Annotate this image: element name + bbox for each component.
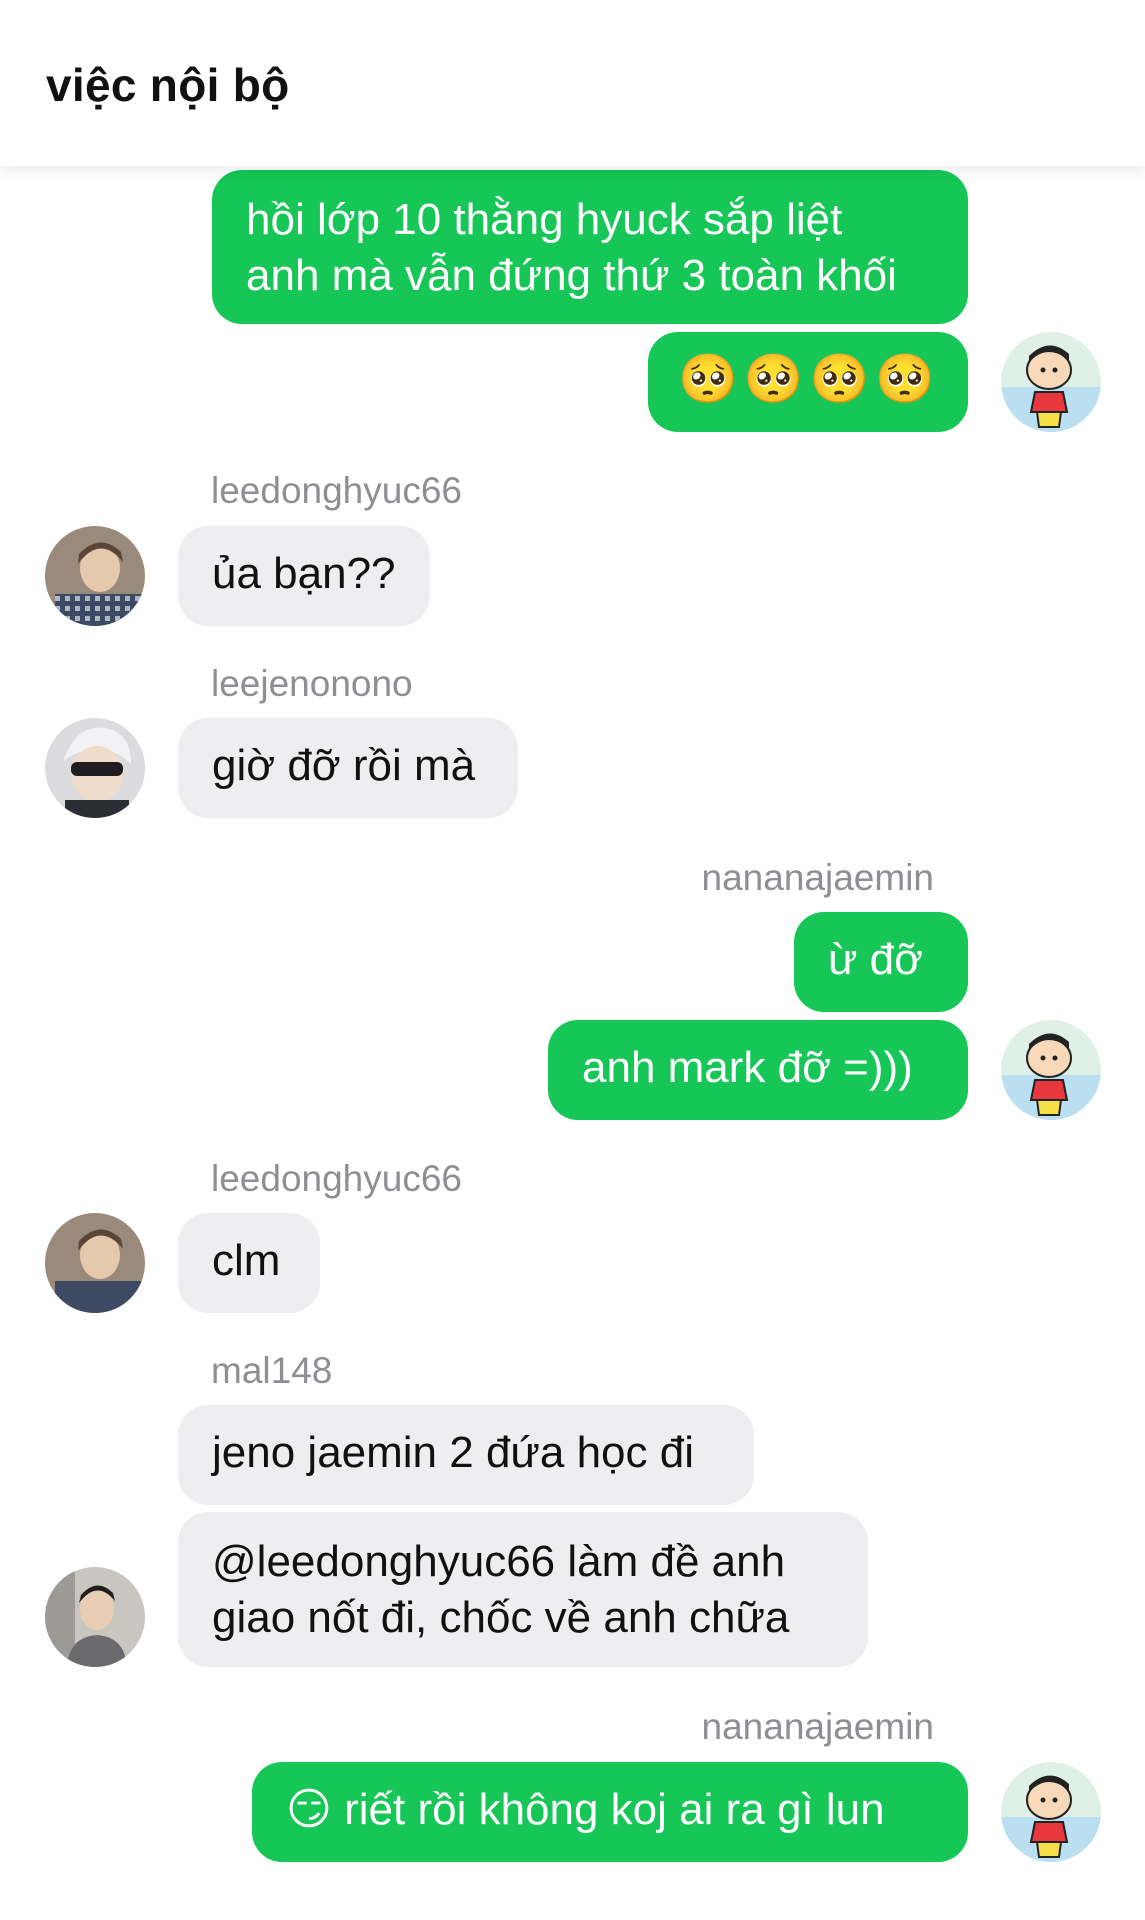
received-message[interactable]: clm xyxy=(178,1213,320,1313)
message-text: ừ đỡ xyxy=(828,935,924,984)
message-emoji: 🥺🥺🥺🥺 xyxy=(678,353,942,406)
sender-name: nananajaemin xyxy=(701,857,934,898)
chat-header: việc nội bộ xyxy=(0,0,1145,166)
shinchan-avatar[interactable] xyxy=(1001,1762,1101,1862)
sender-name: nananajaemin xyxy=(701,1706,934,1747)
message-text: ủa bạn?? xyxy=(212,549,396,598)
message-text: jeno jaemin 2 đứa học đi xyxy=(212,1428,694,1477)
shinchan-avatar[interactable] xyxy=(1001,1020,1101,1120)
sent-message[interactable]: 😏 riết rồi không koj ai ra gì lun xyxy=(252,1762,968,1862)
message-text: 😏 riết rồi không koj ai ra gì lun xyxy=(286,1785,885,1834)
sender-name: leedonghyuc66 xyxy=(211,1158,462,1199)
sent-message[interactable]: anh mark đỡ =))) xyxy=(548,1020,968,1120)
message-text: giờ đỡ rồi mà xyxy=(212,741,476,790)
received-message[interactable]: @leedonghyuc66 làm đề anh giao nốt đi, c… xyxy=(178,1512,868,1667)
user-photo-avatar[interactable] xyxy=(45,1567,145,1667)
sender-name: mal148 xyxy=(211,1350,333,1391)
received-message[interactable]: giờ đỡ rồi mà xyxy=(178,718,518,818)
sent-message[interactable]: ừ đỡ xyxy=(794,912,968,1012)
message-text: hồi lớp 10 thằng hyuck sắp liệt anh mà v… xyxy=(246,195,897,300)
message-text: @leedonghyuc66 làm đề anh giao nốt đi, c… xyxy=(212,1537,790,1642)
user-photo-avatar[interactable] xyxy=(45,1213,145,1313)
message-text: anh mark đỡ =))) xyxy=(582,1043,913,1092)
message-text: clm xyxy=(212,1236,281,1285)
user-photo-avatar[interactable] xyxy=(45,526,145,626)
received-message[interactable]: jeno jaemin 2 đứa học đi xyxy=(178,1405,754,1505)
sent-message[interactable]: hồi lớp 10 thằng hyuck sắp liệt anh mà v… xyxy=(212,170,968,324)
sender-name: leejenonono xyxy=(211,663,413,704)
shinchan-avatar[interactable] xyxy=(1001,332,1101,432)
chat-title[interactable]: việc nội bộ xyxy=(46,58,290,112)
received-message[interactable]: ủa bạn?? xyxy=(178,526,430,626)
user-photo-avatar[interactable] xyxy=(45,718,145,818)
sent-message[interactable]: 🥺🥺🥺🥺 xyxy=(648,332,968,432)
sender-name: leedonghyuc66 xyxy=(211,470,462,511)
